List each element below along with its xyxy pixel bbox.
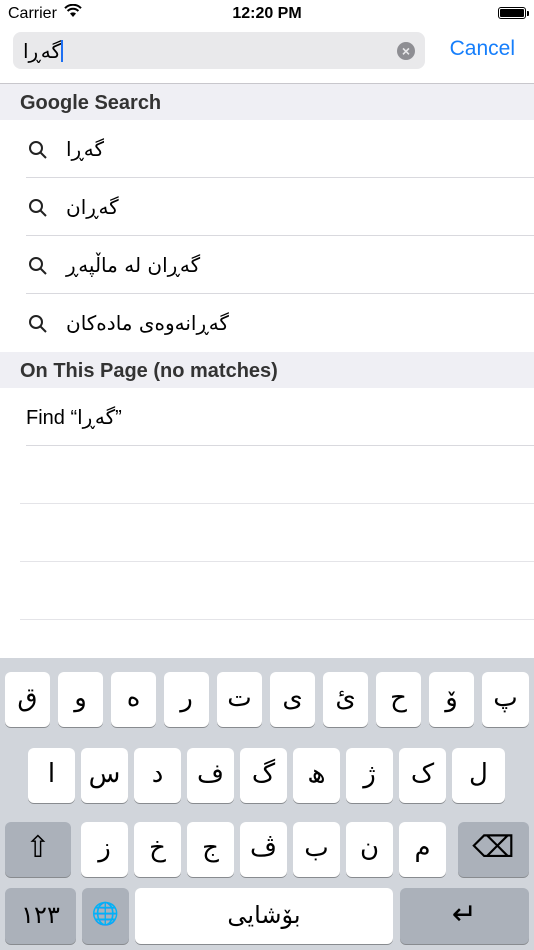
google-search-header: Google Search bbox=[0, 84, 534, 120]
key[interactable]: ە bbox=[111, 672, 156, 727]
key[interactable]: ق bbox=[5, 672, 50, 727]
key[interactable]: ف bbox=[187, 748, 234, 803]
key[interactable]: ک bbox=[399, 748, 446, 803]
suggestion-row[interactable]: گەڕا bbox=[0, 120, 534, 178]
suggestion-text: گەڕان bbox=[66, 195, 119, 219]
key[interactable]: پ bbox=[482, 672, 529, 727]
suggestion-row[interactable]: گەڕان لە ماڵپەڕ bbox=[0, 236, 534, 294]
section-title: Google Search bbox=[20, 92, 162, 114]
key[interactable]: ب bbox=[293, 822, 340, 877]
clock: 12:20 PM bbox=[232, 5, 302, 22]
keyboard: ق و ە ر ت ی ئ ح ۆ پ ا س د ف گ ھ ژ ک ل ⇧ … bbox=[0, 658, 534, 950]
search-icon bbox=[29, 141, 47, 159]
divider bbox=[20, 619, 534, 620]
search-input[interactable] bbox=[23, 32, 393, 69]
section-title: On This Page (no matches) bbox=[20, 360, 278, 382]
key[interactable]: ن bbox=[346, 822, 393, 877]
key[interactable]: و bbox=[58, 672, 103, 727]
key[interactable]: ی bbox=[270, 672, 315, 727]
suggestion-text: گەڕانەوەی مادەکان bbox=[66, 311, 229, 335]
space-key[interactable]: بۆشایی bbox=[135, 888, 393, 944]
battery-tip bbox=[527, 11, 529, 16]
suggestion-row[interactable]: گەڕان bbox=[0, 178, 534, 236]
key[interactable]: گ bbox=[240, 748, 287, 803]
on-this-page-header: On This Page (no matches) bbox=[0, 352, 534, 388]
shift-key[interactable]: ⇧ bbox=[5, 822, 71, 877]
suggestion-text: گەڕا bbox=[66, 137, 105, 161]
search-icon bbox=[29, 315, 47, 333]
divider bbox=[20, 561, 534, 562]
key[interactable]: ج bbox=[187, 822, 234, 877]
key[interactable]: ز bbox=[81, 822, 128, 877]
cancel-button[interactable]: Cancel bbox=[450, 37, 515, 61]
key[interactable]: ر bbox=[164, 672, 209, 727]
numbers-key[interactable]: ١٢٣ bbox=[5, 888, 76, 944]
clear-icon[interactable]: × bbox=[397, 42, 415, 60]
key[interactable]: ژ bbox=[346, 748, 393, 803]
return-key[interactable]: ↵ bbox=[400, 888, 529, 944]
search-icon bbox=[29, 199, 47, 217]
search-field[interactable]: × bbox=[13, 32, 425, 69]
find-in-page-row[interactable]: Find “گەڕا” bbox=[0, 388, 534, 446]
search-icon bbox=[29, 257, 47, 275]
key[interactable]: د bbox=[134, 748, 181, 803]
key[interactable]: ۆ bbox=[429, 672, 474, 727]
key[interactable]: م bbox=[399, 822, 446, 877]
search-bar: × Cancel bbox=[0, 28, 534, 84]
key[interactable]: ئ bbox=[323, 672, 368, 727]
status-bar: Carrier 12:20 PM bbox=[0, 0, 534, 28]
key[interactable]: ل bbox=[452, 748, 505, 803]
battery-icon bbox=[498, 7, 526, 19]
key[interactable]: ڤ bbox=[240, 822, 287, 877]
key[interactable]: ت bbox=[217, 672, 262, 727]
delete-key[interactable]: ⌫ bbox=[458, 822, 529, 877]
divider bbox=[20, 503, 534, 504]
find-text: Find “گەڕا” bbox=[26, 407, 122, 429]
key[interactable]: ھ bbox=[293, 748, 340, 803]
suggestion-row[interactable]: گەڕانەوەی مادەکان bbox=[0, 294, 534, 352]
key[interactable]: ح bbox=[376, 672, 421, 727]
key[interactable]: س bbox=[81, 748, 128, 803]
key[interactable]: خ bbox=[134, 822, 181, 877]
suggestion-text: گەڕان لە ماڵپەڕ bbox=[66, 253, 201, 277]
key[interactable]: ا bbox=[28, 748, 75, 803]
text-cursor bbox=[61, 40, 63, 62]
globe-icon[interactable]: 🌐 bbox=[82, 888, 129, 944]
